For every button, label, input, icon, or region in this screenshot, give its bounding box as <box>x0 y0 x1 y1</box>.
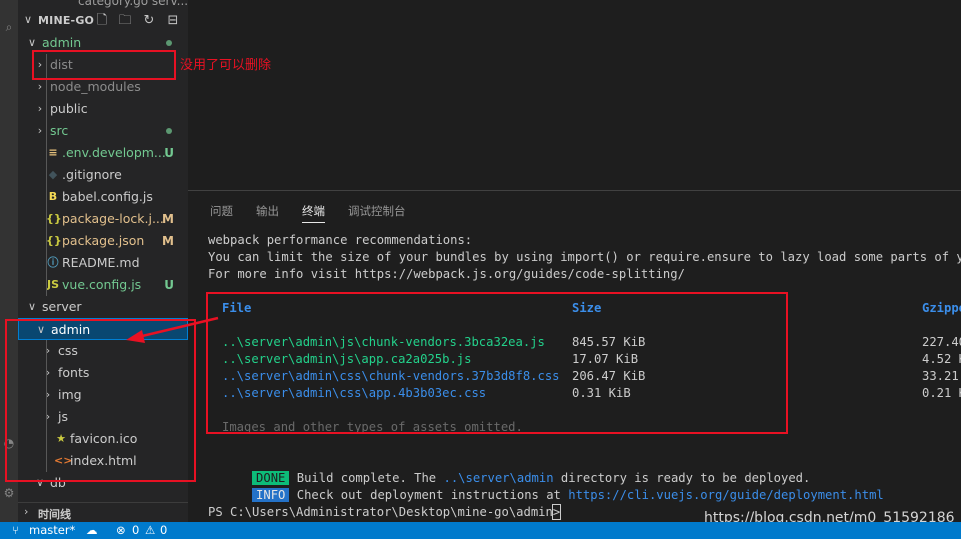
tree-item[interactable]: ≡ .env.developm... U <box>18 142 188 164</box>
sync-icon[interactable]: ☁ <box>86 522 98 539</box>
file-type-icon: ◆ <box>48 168 58 181</box>
timeline-label: 时间线 <box>38 508 71 521</box>
tree-item[interactable]: ◆ .gitignore <box>18 164 188 186</box>
annotation-note: 没用了可以删除 <box>180 58 272 73</box>
deployment-guide-link[interactable]: https://cli.vuejs.org/guide/deployment.h… <box>568 488 884 502</box>
info-text-pre: Check out deployment instructions at <box>296 488 569 502</box>
indent-guide <box>46 54 47 296</box>
status-bar: ⑂ master* ☁ ⊗ 0 ⚠ 0 <box>0 522 961 539</box>
git-status-badge: U <box>164 146 174 160</box>
tree-item-label: babel.config.js <box>62 189 153 204</box>
asset-gzip-size: 33.21 <box>922 369 959 383</box>
info-badge: INFO <box>252 488 290 502</box>
explorer-header: ∨ MINE-GO 🗋 🗀 ↻ ⊟ <box>18 10 188 32</box>
tree-item-label: README.md <box>62 255 140 270</box>
tree-item[interactable]: Bbabel.config.js <box>18 186 188 208</box>
git-status-badge: M <box>162 212 174 226</box>
tree-item[interactable]: ∨ server <box>18 296 188 318</box>
file-type-icon: ≡ <box>48 146 58 159</box>
explorer-title[interactable]: MINE-GO <box>38 14 94 27</box>
asset-gzip-size: 0.21 K <box>922 386 961 400</box>
new-folder-icon[interactable]: 🗀 <box>117 13 133 29</box>
chevron-down-icon: ∨ <box>27 300 37 313</box>
modified-dot <box>166 128 172 134</box>
warning-icon[interactable]: ⚠ <box>145 522 155 539</box>
column-header-gzipped: Gzippe <box>922 301 961 315</box>
tree-item-label: public <box>50 101 88 116</box>
branch-name[interactable]: master* <box>29 522 75 539</box>
file-type-icon: JS <box>46 278 59 291</box>
git-status-badge: U <box>164 278 174 292</box>
chevron-right-icon: › <box>24 505 29 518</box>
tree-item[interactable]: › public <box>18 98 188 120</box>
modified-dot <box>166 40 172 46</box>
tree-item[interactable]: {} package-lock.j... M <box>18 208 188 230</box>
collapse-all-icon[interactable]: ⊟ <box>165 13 181 29</box>
tab-terminal[interactable]: 终端 <box>302 203 325 223</box>
tree-item-label: vue.config.js <box>62 277 142 292</box>
terminal-line: You can limit the size of your bundles b… <box>208 250 961 264</box>
tree-item-label: src <box>50 123 69 138</box>
shell-prompt: PS C:\Users\Administrator\Desktop\mine-g… <box>208 505 568 519</box>
terminal-line: webpack performance recommendations: <box>208 233 473 247</box>
tree-item-label: server <box>42 299 82 314</box>
tree-item-label: .env.developm... <box>62 145 166 160</box>
tab-debug-console[interactable]: 调试控制台 <box>348 203 406 219</box>
tree-item-label: package-lock.j... <box>62 211 164 226</box>
file-type-icon: {} <box>46 212 62 225</box>
file-type-icon: {} <box>46 234 62 247</box>
tree-item-label: .gitignore <box>62 167 122 182</box>
git-status-badge: M <box>162 234 174 248</box>
search-icon[interactable]: ⌕ <box>2 20 16 34</box>
chevron-right-icon: › <box>37 102 43 115</box>
tree-item[interactable]: › src <box>18 120 188 142</box>
chevron-right-icon: › <box>37 124 43 137</box>
tree-item[interactable]: ⓘ README.md <box>18 252 188 274</box>
timeline-section[interactable]: › 时间线 <box>18 502 188 522</box>
tree-item-label: package.json <box>62 233 145 248</box>
annotation-box-build-output <box>206 292 788 434</box>
clipped-file-item[interactable]: category.go serv... <box>78 0 188 8</box>
chevron-down-icon[interactable]: ∨ <box>24 13 32 26</box>
warning-count[interactable]: 0 <box>160 522 167 539</box>
error-count[interactable]: 0 <box>132 522 139 539</box>
refresh-icon[interactable]: ↻ <box>141 13 157 29</box>
tab-output[interactable]: 输出 <box>256 203 279 219</box>
terminal-line: For more info visit https://webpack.js.o… <box>208 267 685 281</box>
asset-gzip-size: 4.52 K <box>922 352 961 366</box>
gear-icon[interactable]: ⚙ <box>2 486 16 500</box>
tree-item[interactable]: JS vue.config.js U <box>18 274 188 296</box>
annotation-box-server-admin <box>5 319 196 482</box>
file-type-icon: B <box>48 190 58 203</box>
new-file-icon[interactable]: 🗋 <box>94 13 110 29</box>
branch-icon[interactable]: ⑂ <box>12 522 19 539</box>
error-icon[interactable]: ⊗ <box>116 522 126 539</box>
file-type-icon: ⓘ <box>47 256 59 269</box>
asset-gzip-size: 227.40 <box>922 335 961 349</box>
tab-problems[interactable]: 问题 <box>210 203 233 219</box>
tree-item[interactable]: {} package.json M <box>18 230 188 252</box>
terminal-cursor <box>552 504 561 520</box>
annotation-box-dist <box>32 50 176 80</box>
